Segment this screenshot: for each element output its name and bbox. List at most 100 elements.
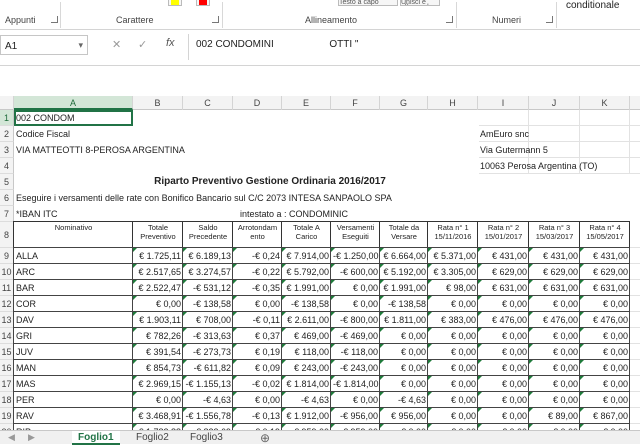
table-border — [132, 423, 183, 430]
row-header[interactable]: 3 — [0, 142, 14, 158]
row-header[interactable]: 10 — [0, 264, 14, 280]
column-header-g[interactable]: G — [380, 96, 428, 110]
table-border — [13, 343, 133, 360]
table-border — [427, 279, 478, 296]
number-launcher-icon[interactable] — [546, 16, 553, 23]
table-border — [579, 423, 630, 430]
cancel-icon[interactable]: ✕ — [112, 38, 121, 51]
row-header[interactable]: 19 — [0, 408, 14, 424]
table-border — [182, 423, 233, 430]
table-border — [182, 343, 233, 360]
row-header[interactable]: 17 — [0, 376, 14, 392]
white-box — [62, 208, 237, 220]
table-border — [182, 247, 233, 264]
table-border — [182, 263, 233, 280]
column-header-f[interactable]: F — [331, 96, 380, 110]
sheet-title[interactable]: Riparto Preventivo Gestione Ordinaria 20… — [120, 174, 420, 190]
row-header[interactable]: 4 — [0, 158, 14, 174]
cell-a6[interactable]: Eseguire i versamenti delle rate con Bon… — [14, 190, 394, 206]
table-border — [330, 247, 380, 264]
column-header-b[interactable]: B — [133, 96, 183, 110]
alignment-launcher-icon[interactable] — [446, 16, 453, 23]
cell-i3[interactable]: Via Gutermann 5 — [478, 142, 550, 158]
table-border — [579, 247, 630, 264]
row-header[interactable]: 12 — [0, 296, 14, 312]
table-border — [427, 375, 478, 392]
add-sheet-icon[interactable]: ⊕ — [254, 431, 276, 445]
table-border — [579, 375, 630, 392]
next-sheet-icon[interactable]: ▶ — [28, 432, 35, 443]
row-header[interactable]: 9 — [0, 248, 14, 264]
table-border — [132, 221, 183, 248]
column-header-h[interactable]: H — [428, 96, 478, 110]
prev-sheet-icon[interactable]: ◀ — [8, 432, 15, 443]
select-all-corner[interactable] — [0, 96, 14, 110]
row-header[interactable]: 15 — [0, 344, 14, 360]
row-header[interactable]: 11 — [0, 280, 14, 296]
table-border — [477, 375, 529, 392]
ribbon: Testo a capo Unisci e allinea al centro … — [0, 0, 640, 30]
cell-e7[interactable]: intestato a : CONDOMINIC — [238, 206, 350, 222]
table-border — [528, 375, 580, 392]
row-header[interactable]: 13 — [0, 312, 14, 328]
table-border — [579, 295, 630, 312]
ribbon-separator — [556, 2, 557, 28]
name-box-value: A1 — [5, 41, 18, 52]
wrap-text-button[interactable]: Testo a capo — [338, 0, 398, 6]
table-border — [182, 295, 233, 312]
clipboard-launcher-icon[interactable] — [51, 16, 58, 23]
row-header[interactable]: 2 — [0, 126, 14, 142]
table-border — [13, 311, 133, 328]
column-header-d[interactable]: D — [233, 96, 282, 110]
table-border — [379, 327, 428, 344]
tab-foglio2[interactable]: Foglio2 — [130, 431, 175, 445]
cell-i2[interactable]: AmEuro snc — [478, 126, 531, 142]
table-border — [427, 423, 478, 430]
cell-a7[interactable]: *IBAN ITC — [14, 206, 60, 222]
chevron-down-icon[interactable]: ▾ — [78, 40, 83, 51]
conditional-format-button[interactable]: conditionale — [566, 0, 619, 11]
table-border — [528, 343, 580, 360]
column-header-j[interactable]: J — [529, 96, 580, 110]
row-header[interactable]: 14 — [0, 328, 14, 344]
worksheet-grid[interactable]: 1234567891011121314151617181920002 CONDO… — [0, 110, 640, 430]
tab-foglio1[interactable]: Foglio1 — [72, 431, 120, 445]
insert-function-icon[interactable]: fx — [166, 37, 175, 49]
merge-center-button[interactable]: Unisci e allinea al centro — [400, 0, 440, 6]
table-border — [477, 343, 529, 360]
table-border — [232, 391, 282, 408]
table-border — [528, 407, 580, 424]
row-header[interactable]: 8 — [0, 222, 14, 248]
font-launcher-icon[interactable] — [212, 16, 219, 23]
table-border — [579, 343, 630, 360]
row-header[interactable]: 5 — [0, 174, 14, 190]
name-box[interactable]: A1 ▾ — [0, 35, 88, 55]
column-header-e[interactable]: E — [282, 96, 331, 110]
column-header-k[interactable]: K — [580, 96, 630, 110]
table-border — [427, 359, 478, 376]
row-header[interactable]: 18 — [0, 392, 14, 408]
table-border — [528, 295, 580, 312]
row-header[interactable]: 6 — [0, 190, 14, 206]
tab-foglio3[interactable]: Foglio3 — [184, 431, 229, 445]
table-border — [379, 311, 428, 328]
enter-icon[interactable]: ✓ — [138, 38, 147, 51]
column-header-c[interactable]: C — [183, 96, 233, 110]
table-border — [13, 423, 133, 430]
formula-input[interactable]: 002 CONDOMINI OTTI " — [196, 39, 358, 50]
table-border — [281, 279, 331, 296]
row-header[interactable]: 16 — [0, 360, 14, 376]
row-header[interactable]: 7 — [0, 206, 14, 222]
column-header-i[interactable]: I — [478, 96, 529, 110]
table-border — [330, 343, 380, 360]
cell-a2[interactable]: Codice Fiscal — [14, 126, 72, 142]
table-border — [132, 295, 183, 312]
column-header-a[interactable]: A — [14, 96, 133, 110]
cell-i4[interactable]: 10063 Perosa Argentina (TO) — [478, 158, 599, 174]
table-border — [379, 343, 428, 360]
row-header[interactable]: 1 — [0, 110, 14, 126]
table-border — [379, 263, 428, 280]
table-border — [330, 311, 380, 328]
cell-a3[interactable]: VIA MATTEOTTI 8-PEROSA ARGENTINA — [14, 142, 187, 158]
table-border — [528, 359, 580, 376]
